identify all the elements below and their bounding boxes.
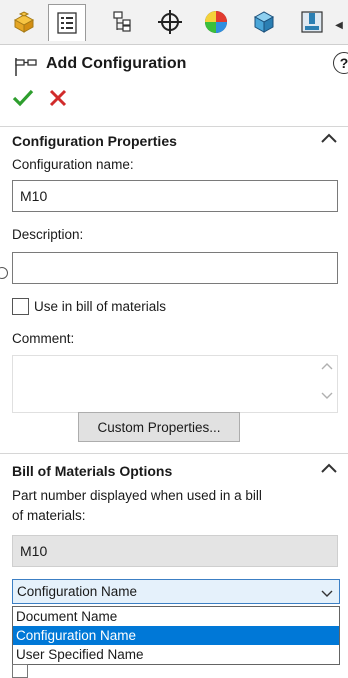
page-title: Add Configuration [46,55,187,72]
tab-cam-feature-manager[interactable] [246,6,282,38]
cam-operation-manager-icon [301,11,323,33]
configuration-manager-icon [113,11,131,32]
use-in-bom-label: Use in bill of materials [34,299,167,314]
tab-configuration-manager[interactable] [104,6,140,38]
configuration-name-input[interactable]: M10 [12,180,338,212]
comment-textarea[interactable] [12,355,338,413]
dropdown-option-configuration-name[interactable]: Configuration Name [13,626,339,645]
dimxpert-manager-icon [158,10,182,34]
collapse-up-icon[interactable] [320,131,338,150]
dropdown-option-document-name[interactable]: Document Name [13,607,339,626]
tab-feature-manager[interactable] [6,6,42,38]
cam-feature-manager-icon [253,11,275,33]
tab-dimxpert-manager[interactable] [152,6,188,38]
manager-tab-strip: ◀ [0,0,348,45]
part-number-desc-line2: of materials: [12,508,86,523]
help-icon[interactable]: ? [333,52,348,74]
cancel-button[interactable] [49,89,67,112]
display-manager-icon [205,11,227,33]
select-value: Configuration Name [17,584,138,599]
dropdown-option-user-specified-name[interactable]: User Specified Name [13,645,339,664]
collapse-up-icon[interactable] [320,461,338,480]
tab-display-manager[interactable] [198,6,234,38]
part-number-source-select[interactable]: Configuration Name [12,579,340,604]
hidden-checkbox [12,664,28,678]
property-manager-header: Add Configuration ? [0,44,348,127]
description-label: Description: [12,227,84,242]
use-in-bom-checkbox[interactable] [12,298,29,315]
configuration-properties-header[interactable]: Configuration Properties [0,127,348,155]
tab-property-manager[interactable] [48,4,86,41]
close-icon [49,89,67,107]
part-number-field: M10 [12,535,338,567]
ok-button[interactable] [12,88,34,113]
scroll-down-icon[interactable] [318,387,336,405]
bom-options-group: Bill of Materials Options Part number di… [0,457,348,673]
configuration-name-label: Configuration name: [12,157,134,172]
configuration-icon [12,56,38,83]
feature-manager-icon [13,11,35,33]
chevron-down-icon [321,586,333,601]
part-number-source-dropdown: Document Name Configuration Name User Sp… [12,606,340,665]
group-title: Bill of Materials Options [12,463,173,479]
group-divider [0,453,348,454]
description-input[interactable] [12,252,338,284]
bom-options-header[interactable]: Bill of Materials Options [0,457,348,485]
part-number-desc-line1: Part number displayed when used in a bil… [12,488,262,503]
comment-label: Comment: [12,331,75,346]
configuration-properties-group: Configuration Properties Configuration n… [0,127,348,452]
custom-properties-button[interactable]: Custom Properties... [78,412,240,442]
property-manager-icon [57,12,77,34]
tab-scroll-left-icon[interactable]: ◀ [334,18,344,32]
tab-cam-operation-manager[interactable] [294,6,330,38]
group-title: Configuration Properties [12,133,177,149]
scroll-up-icon[interactable] [318,357,336,375]
checkmark-icon [12,89,34,107]
